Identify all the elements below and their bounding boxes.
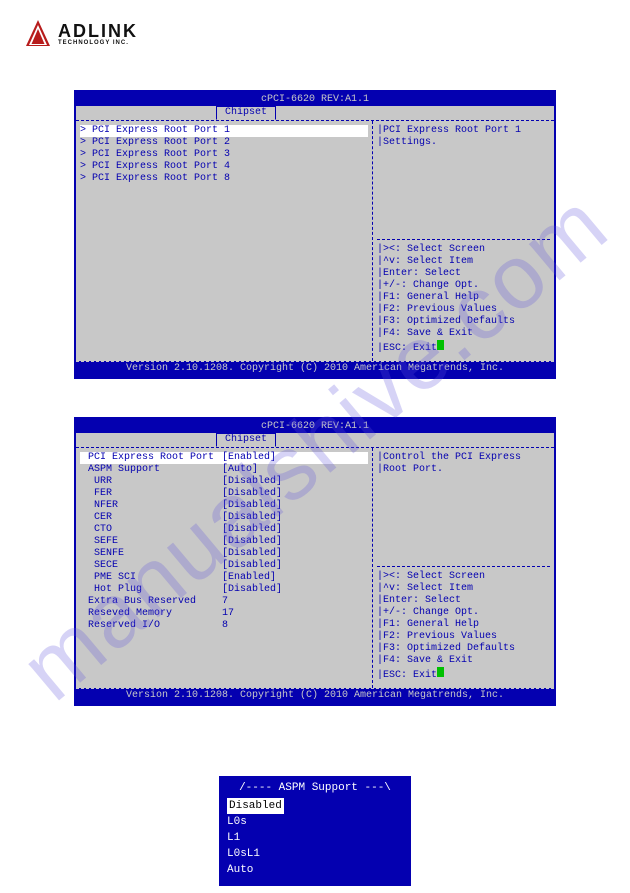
setting-row[interactable]: URR[Disabled] <box>80 476 368 488</box>
menu-item-port1[interactable]: > PCI Express Root Port 1 <box>80 125 368 137</box>
key-help: |F2: Previous Values <box>377 631 550 643</box>
popup-option-l0s[interactable]: L0s <box>227 814 403 830</box>
setting-row[interactable]: ASPM Support[Auto] <box>80 464 368 476</box>
menu-item-port2[interactable]: > PCI Express Root Port 2 <box>80 137 368 149</box>
setting-row[interactable]: Extra Bus Reserved7 <box>80 596 368 608</box>
setting-row[interactable]: CTO[Disabled] <box>80 524 368 536</box>
help-line: |Settings. <box>377 137 550 149</box>
key-help: |F4: Save & Exit <box>377 655 550 667</box>
setting-row[interactable]: NFER[Disabled] <box>80 500 368 512</box>
setting-row[interactable]: FER[Disabled] <box>80 488 368 500</box>
bios2-settings-panel: PCI Express Root Port[Enabled] ASPM Supp… <box>76 448 373 688</box>
key-help: |F3: Optimized Defaults <box>377 316 550 328</box>
popup-title: /---- ASPM Support ---\ <box>227 782 403 798</box>
menu-item-port3[interactable]: > PCI Express Root Port 3 <box>80 149 368 161</box>
bios-footer: Version 2.10.1208. Copyright (C) 2010 Am… <box>76 361 554 377</box>
separator <box>377 239 550 240</box>
key-help: |F1: General Help <box>377 619 550 631</box>
bios-title-bar: cPCI-6620 REV:A1.1 <box>76 92 554 106</box>
key-help: |^v: Select Item <box>377 583 550 595</box>
key-help: |Enter: Select <box>377 595 550 607</box>
tab-chipset[interactable]: Chipset <box>216 106 276 120</box>
popup-option-disabled[interactable]: Disabled <box>227 798 284 814</box>
setting-row[interactable]: Reserved I/O8 <box>80 620 368 632</box>
key-help: |><: Select Screen <box>377 244 550 256</box>
setting-row[interactable]: SEFE[Disabled] <box>80 536 368 548</box>
brand-subtitle: TECHNOLOGY INC. <box>58 40 138 46</box>
setting-row[interactable]: SENFE[Disabled] <box>80 548 368 560</box>
key-help: |+/-: Change Opt. <box>377 280 550 292</box>
popup-option-l0sl1[interactable]: L0sL1 <box>227 846 403 862</box>
menu-item-port8[interactable]: > PCI Express Root Port 8 <box>80 173 368 185</box>
setting-row[interactable]: PCI Express Root Port[Enabled] <box>80 452 368 464</box>
help-line: |PCI Express Root Port 1 <box>377 125 550 137</box>
setting-row[interactable]: PME SCI[Enabled] <box>80 572 368 584</box>
brand-header: ADLINK TECHNOLOGY INC. <box>0 0 630 52</box>
setting-row[interactable]: CER[Disabled] <box>80 512 368 524</box>
help-line: |Control the PCI Express <box>377 452 550 464</box>
key-help: |+/-: Change Opt. <box>377 607 550 619</box>
key-help: |Enter: Select <box>377 268 550 280</box>
key-help: |^v: Select Item <box>377 256 550 268</box>
cursor-icon <box>437 667 444 677</box>
key-help: |ESC: Exit <box>377 667 550 682</box>
key-help: |F2: Previous Values <box>377 304 550 316</box>
key-help: |><: Select Screen <box>377 571 550 583</box>
tab-chipset[interactable]: Chipset <box>216 433 276 447</box>
bios-window-2: cPCI-6620 REV:A1.1 Chipset PCI Express R… <box>74 417 556 706</box>
bios-tab-bar: Chipset <box>76 433 554 447</box>
popup-option-l1[interactable]: L1 <box>227 830 403 846</box>
key-help: |ESC: Exit <box>377 340 550 355</box>
cursor-icon <box>437 340 444 350</box>
bios-title-bar: cPCI-6620 REV:A1.1 <box>76 419 554 433</box>
bios1-menu-panel: > PCI Express Root Port 1 > PCI Express … <box>76 121 373 361</box>
brand-name: ADLINK <box>58 21 138 42</box>
menu-item-port4[interactable]: > PCI Express Root Port 4 <box>80 161 368 173</box>
bios1-help-panel: |PCI Express Root Port 1 |Settings. |><:… <box>373 121 554 361</box>
separator <box>377 566 550 567</box>
help-line: |Root Port. <box>377 464 550 476</box>
bios-footer: Version 2.10.1208. Copyright (C) 2010 Am… <box>76 688 554 704</box>
key-help: |F3: Optimized Defaults <box>377 643 550 655</box>
setting-row[interactable]: SECE[Disabled] <box>80 560 368 572</box>
popup-option-auto[interactable]: Auto <box>227 862 403 878</box>
key-help: |F4: Save & Exit <box>377 328 550 340</box>
bios-tab-bar: Chipset <box>76 106 554 120</box>
aspm-popup: /---- ASPM Support ---\ Disabled L0s L1 … <box>219 776 411 886</box>
key-help: |F1: General Help <box>377 292 550 304</box>
bios2-help-panel: |Control the PCI Express |Root Port. |><… <box>373 448 554 688</box>
bios-window-1: cPCI-6620 REV:A1.1 Chipset > PCI Express… <box>74 90 556 379</box>
setting-row[interactable]: Hot Plug[Disabled] <box>80 584 368 596</box>
adlink-logo-icon <box>24 18 52 48</box>
setting-row[interactable]: Reseved Memory17 <box>80 608 368 620</box>
